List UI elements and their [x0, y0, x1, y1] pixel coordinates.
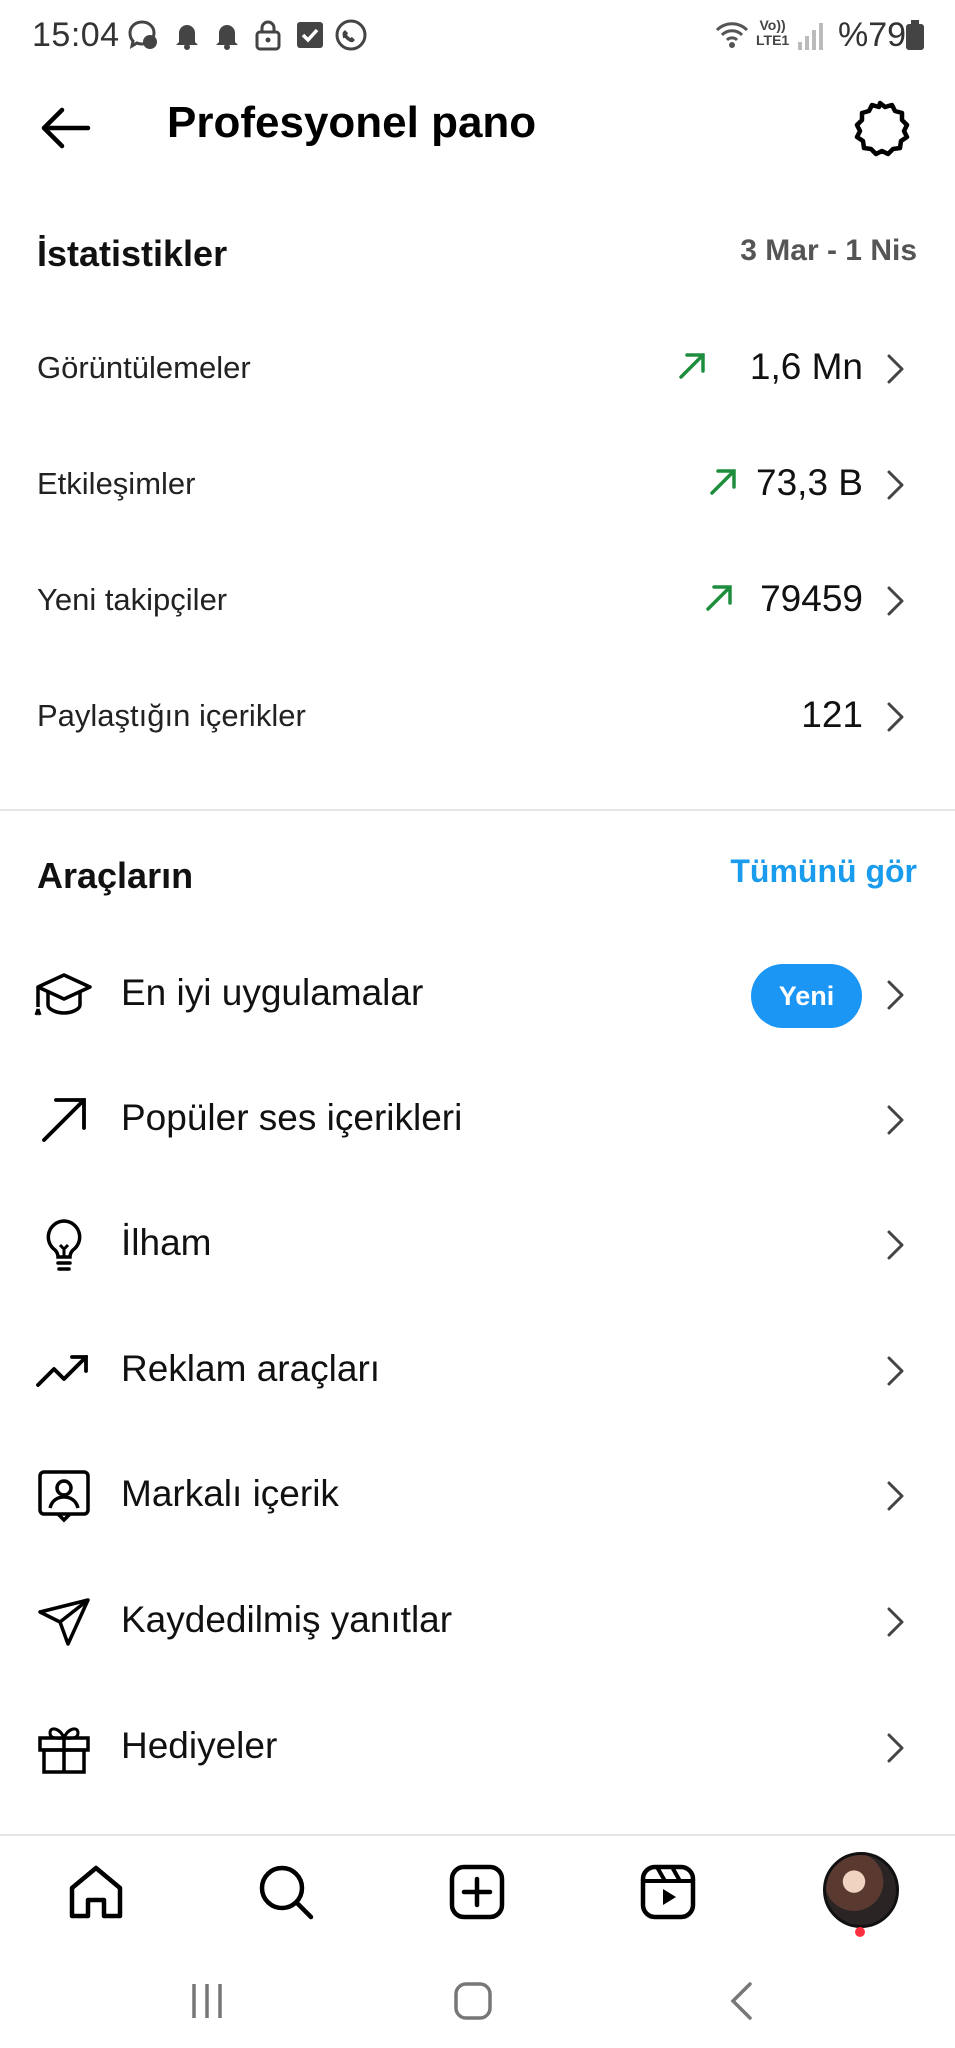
chevron-right-icon	[885, 1354, 907, 1388]
chevron-right-icon	[885, 1228, 907, 1262]
new-badge: Yeni	[751, 964, 862, 1028]
tool-gifts[interactable]: Hediyeler	[0, 1688, 955, 1808]
stat-label: Paylaştığın içerikler	[37, 698, 306, 733]
arrow-up-right-icon	[34, 1090, 94, 1150]
tool-inspiration[interactable]: İlham	[0, 1185, 955, 1305]
page-title: Profesyonel pano	[167, 98, 537, 147]
chevron-right-icon	[885, 978, 907, 1012]
stat-value: 121	[801, 694, 863, 735]
trend-up-icon	[676, 350, 708, 382]
trend-up-icon	[707, 466, 739, 498]
statistics-heading: İstatistikler	[37, 233, 228, 274]
tools-heading: Araçların	[37, 855, 194, 896]
recent-apps-icon[interactable]	[182, 1976, 232, 2026]
system-navigation	[0, 1946, 955, 2048]
trend-up-icon	[703, 582, 735, 614]
stat-row-views[interactable]: Görüntülemeler 1,6 Mn	[0, 320, 955, 416]
stat-label: Yeni takipçiler	[37, 582, 228, 617]
stat-value: 1,6 Mn	[749, 346, 863, 387]
profile-avatar[interactable]	[823, 1852, 899, 1928]
stat-row-interactions[interactable]: Etkileşimler 73,3 B	[0, 436, 955, 532]
chevron-right-icon	[885, 584, 907, 618]
checkbox-icon	[293, 18, 327, 52]
create-icon[interactable]	[441, 1856, 513, 1928]
chevron-right-icon	[885, 352, 907, 386]
back-button[interactable]	[34, 96, 98, 160]
graduation-cap-icon	[34, 965, 94, 1025]
tool-label: Kaydedilmiş yanıtlar	[121, 1599, 453, 1640]
stat-label: Etkileşimler	[37, 466, 196, 501]
bell-icon	[170, 18, 204, 52]
tool-label: Markalı içerik	[121, 1473, 339, 1514]
tool-label: İlham	[121, 1222, 212, 1263]
trending-up-icon	[34, 1341, 94, 1401]
gear-icon	[854, 100, 910, 157]
chevron-right-icon	[885, 1103, 907, 1137]
back-chevron-icon[interactable]	[718, 1976, 768, 2026]
chevron-right-icon	[885, 1605, 907, 1639]
battery-percentage: %79	[838, 16, 907, 54]
stat-value: 79459	[760, 578, 863, 619]
reels-icon[interactable]	[632, 1856, 704, 1928]
status-time: 15:04	[32, 16, 120, 54]
tool-saved-replies[interactable]: Kaydedilmiş yanıtlar	[0, 1562, 955, 1682]
chevron-right-icon	[885, 468, 907, 502]
tool-ad-tools[interactable]: Reklam araçları	[0, 1311, 955, 1431]
notification-dot	[855, 1927, 865, 1937]
stat-row-new-followers[interactable]: Yeni takipçiler 79459	[0, 552, 955, 648]
tool-popular-audio[interactable]: Popüler ses içerikleri	[0, 1060, 955, 1180]
status-bar: 15:04 Vo)) LTE1 %79	[0, 0, 955, 72]
home-icon[interactable]	[60, 1856, 132, 1928]
branded-content-icon	[34, 1466, 94, 1526]
tool-label: En iyi uygulamalar	[121, 972, 424, 1013]
volte-icon: Vo)) LTE1	[756, 17, 790, 48]
tool-label: Reklam araçları	[121, 1348, 381, 1389]
settings-button[interactable]	[846, 94, 914, 162]
phone-circle-icon	[334, 18, 368, 52]
signal-icon	[796, 18, 830, 52]
home-circle-icon[interactable]	[448, 1976, 498, 2026]
messenger-icon	[126, 18, 160, 52]
stat-row-shared-content[interactable]: Paylaştığın içerikler 121	[0, 668, 955, 764]
battery-icon	[904, 18, 926, 52]
chevron-right-icon	[885, 1479, 907, 1513]
tool-label: Popüler ses içerikleri	[121, 1097, 463, 1138]
search-icon[interactable]	[250, 1856, 322, 1928]
bell-icon	[210, 18, 244, 52]
arrow-left-icon	[41, 107, 91, 149]
tool-label: Hediyeler	[121, 1725, 278, 1766]
section-divider	[0, 809, 955, 811]
chevron-right-icon	[885, 700, 907, 734]
lock-icon	[251, 18, 285, 52]
gift-icon	[34, 1718, 94, 1778]
tool-best-practices[interactable]: En iyi uygulamalar Yeni	[0, 935, 955, 1055]
lightbulb-icon	[34, 1215, 94, 1275]
bottom-navigation	[0, 1834, 955, 1948]
stat-label: Görüntülemeler	[37, 350, 251, 385]
paper-plane-icon	[34, 1592, 94, 1652]
chevron-right-icon	[885, 1731, 907, 1765]
see-all-link[interactable]: Tümünü gör	[730, 853, 917, 890]
date-range[interactable]: 3 Mar - 1 Nis	[740, 234, 917, 268]
tool-branded-content[interactable]: Markalı içerik	[0, 1436, 955, 1556]
stat-value: 73,3 B	[756, 462, 863, 503]
wifi-icon	[714, 18, 749, 52]
